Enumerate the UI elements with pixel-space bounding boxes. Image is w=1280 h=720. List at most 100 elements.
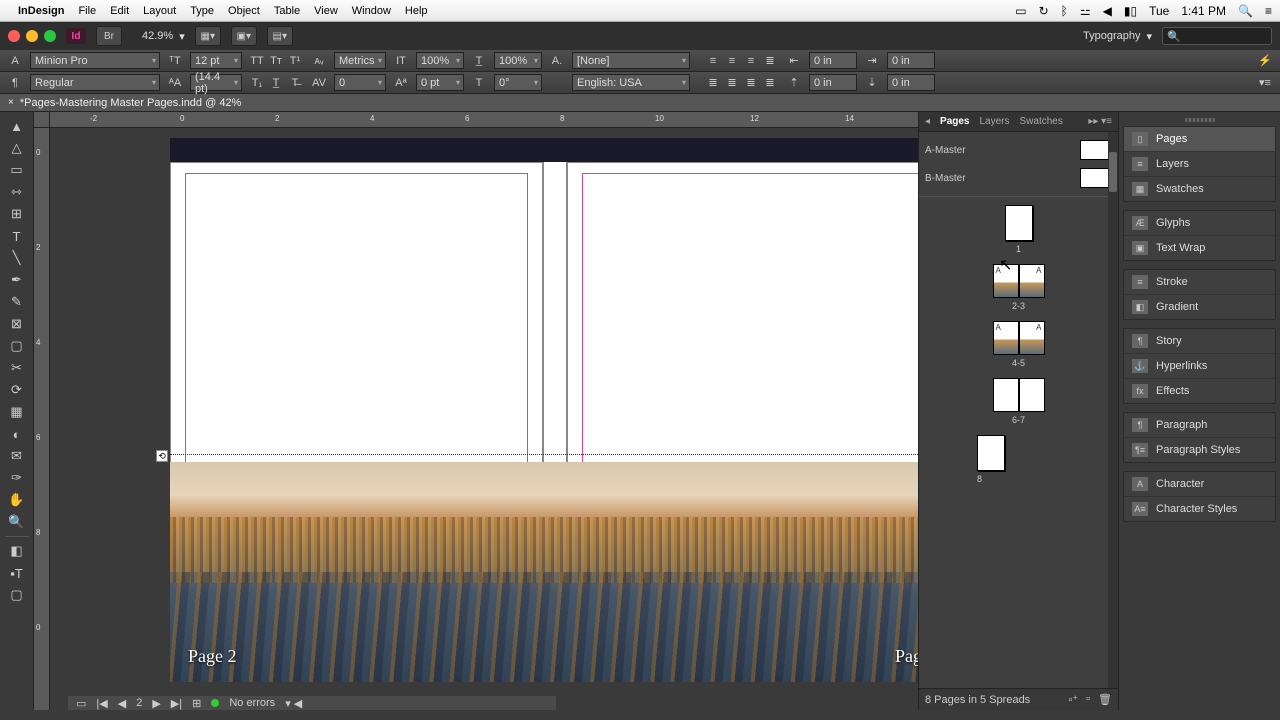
- apply-color-button[interactable]: ▪T: [4, 563, 30, 583]
- dock-story[interactable]: ¶Story: [1124, 329, 1275, 354]
- vertical-ruler[interactable]: 0 2 4 6 8 0: [34, 128, 50, 710]
- bridge-button[interactable]: Br: [96, 26, 122, 46]
- menubar-screen-icon[interactable]: ▭: [1015, 4, 1026, 18]
- menu-window[interactable]: Window: [352, 5, 391, 17]
- rectangle-frame-tool[interactable]: ⊠: [4, 314, 30, 334]
- panel-flyout-icon[interactable]: ▸▸ ▾≡: [1088, 116, 1112, 127]
- char-format-icon[interactable]: A: [6, 53, 24, 69]
- status-open-icon[interactable]: ⊞: [192, 697, 201, 710]
- note-tool[interactable]: ✉: [4, 446, 30, 466]
- skew-select[interactable]: 0°: [494, 74, 542, 91]
- dock-glyphs[interactable]: ÆGlyphs: [1124, 211, 1275, 236]
- justify-all-button[interactable]: ≣: [761, 75, 779, 91]
- status-nav-prev[interactable]: ◀: [118, 697, 126, 710]
- first-line-input[interactable]: 0 in: [887, 52, 935, 69]
- menubar-day[interactable]: Tue: [1149, 4, 1169, 18]
- fill-stroke-swatch[interactable]: ◧: [4, 541, 30, 561]
- menu-type[interactable]: Type: [190, 5, 214, 17]
- dock-character[interactable]: ACharacter: [1124, 472, 1275, 497]
- dock-stroke[interactable]: ≡Stroke: [1124, 270, 1275, 295]
- document-canvas[interactable]: ⟲ Page 2 Page: [50, 128, 918, 710]
- free-transform-tool[interactable]: ⟳: [4, 380, 30, 400]
- status-nav-first[interactable]: |◀: [96, 697, 107, 710]
- subscript-button[interactable]: T₁: [248, 75, 266, 91]
- ruler-origin[interactable]: [34, 112, 50, 128]
- page-thumb-1[interactable]: 1: [919, 205, 1118, 254]
- panel-menu-button[interactable]: ▾≡: [1256, 75, 1274, 91]
- char-style-select[interactable]: [None]: [572, 52, 690, 69]
- status-dropdown[interactable]: ▾ ◀: [285, 697, 302, 710]
- help-search-input[interactable]: 🔍: [1162, 27, 1272, 45]
- align-justify-button[interactable]: ≣: [761, 53, 779, 69]
- dock-gradient[interactable]: ◧Gradient: [1124, 295, 1275, 319]
- left-indent-input[interactable]: 0 in: [809, 52, 857, 69]
- zoom-level[interactable]: 42.9%▾: [142, 30, 185, 43]
- language-select[interactable]: English: USA: [572, 74, 690, 91]
- horizontal-guide[interactable]: [170, 454, 918, 455]
- baseline-select[interactable]: 0 pt: [416, 74, 464, 91]
- pencil-tool[interactable]: ✎: [4, 292, 30, 312]
- preflight-status-icon[interactable]: [211, 699, 219, 707]
- space-after-input[interactable]: 0 in: [887, 74, 935, 91]
- pages-scrollbar[interactable]: [1108, 132, 1118, 688]
- dock-text-wrap[interactable]: ▣Text Wrap: [1124, 236, 1275, 260]
- dock-pages[interactable]: ▯Pages: [1124, 127, 1275, 152]
- vscale-select[interactable]: 100%: [416, 52, 464, 69]
- master-a-row[interactable]: A-Master: [925, 136, 1112, 164]
- menu-help[interactable]: Help: [405, 5, 428, 17]
- menu-view[interactable]: View: [314, 5, 338, 17]
- justify-left-button[interactable]: ≣: [704, 75, 722, 91]
- hscale-select[interactable]: 100%: [494, 52, 542, 69]
- menubar-time[interactable]: 1:41 PM: [1181, 4, 1226, 18]
- workspace-switcher[interactable]: Typography▾: [1083, 30, 1152, 43]
- align-left-button[interactable]: ≡: [704, 53, 722, 69]
- view-options-button[interactable]: ▦▾: [195, 26, 221, 46]
- leading-select[interactable]: (14.4 pt): [190, 74, 242, 91]
- align-right-button[interactable]: ≡: [742, 53, 760, 69]
- delete-page-button[interactable]: 🗑: [1098, 693, 1112, 706]
- justify-right-button[interactable]: ≣: [742, 75, 760, 91]
- gradient-feather-tool[interactable]: ◐: [4, 424, 30, 444]
- menu-edit[interactable]: Edit: [110, 5, 129, 17]
- status-nav-next[interactable]: ▶: [152, 697, 160, 710]
- menubar-volume-icon[interactable]: ◀: [1103, 4, 1112, 18]
- dock-effects[interactable]: fxEffects: [1124, 379, 1275, 403]
- menubar-bluetooth-icon[interactable]: ᛒ: [1061, 4, 1068, 18]
- justify-center-button[interactable]: ≣: [723, 75, 741, 91]
- font-style-select[interactable]: Regular: [30, 74, 160, 91]
- direct-selection-tool[interactable]: △: [4, 138, 30, 158]
- font-family-select[interactable]: Minion Pro: [30, 52, 160, 69]
- menu-table[interactable]: Table: [274, 5, 300, 17]
- dock-toggle-icon[interactable]: ◂: [925, 116, 930, 127]
- tab-layers[interactable]: Layers: [980, 116, 1010, 127]
- strikethrough-button[interactable]: T̶: [286, 75, 304, 91]
- menubar-wifi-icon[interactable]: ⚍: [1080, 4, 1091, 18]
- rectangle-tool[interactable]: ▢: [4, 336, 30, 356]
- page-tool[interactable]: ▭: [4, 160, 30, 180]
- minimize-window-button[interactable]: [26, 30, 38, 42]
- status-page-icon[interactable]: ▭: [76, 697, 86, 710]
- hand-tool[interactable]: ✋: [4, 490, 30, 510]
- app-name[interactable]: InDesign: [18, 5, 64, 17]
- preflight-status-text[interactable]: No errors: [229, 697, 275, 709]
- tab-swatches[interactable]: Swatches: [1020, 116, 1063, 127]
- status-page-number[interactable]: 2: [136, 697, 142, 709]
- menubar-battery-icon[interactable]: ▮▯: [1124, 4, 1137, 18]
- gap-tool[interactable]: ⇿: [4, 182, 30, 202]
- pen-tool[interactable]: ✒: [4, 270, 30, 290]
- menu-object[interactable]: Object: [228, 5, 260, 17]
- horizontal-ruler[interactable]: -2 0 2 4 6 8 10 12 14: [50, 112, 918, 128]
- page-thumb-4-5[interactable]: A A 4-5: [919, 321, 1118, 368]
- placed-image[interactable]: [170, 462, 918, 682]
- kerning-select[interactable]: Metrics: [334, 52, 386, 69]
- underline-button[interactable]: T̲: [267, 75, 285, 91]
- menubar-sync-icon[interactable]: ↻: [1039, 4, 1049, 18]
- menu-layout[interactable]: Layout: [143, 5, 176, 17]
- dock-grip[interactable]: [1185, 118, 1215, 122]
- dock-layers[interactable]: ≡Layers: [1124, 152, 1275, 177]
- type-tool[interactable]: T: [4, 226, 30, 246]
- dock-hyperlinks[interactable]: ⚓Hyperlinks: [1124, 354, 1275, 379]
- new-page-button[interactable]: ▫: [1086, 693, 1090, 706]
- maximize-window-button[interactable]: [44, 30, 56, 42]
- dock-paragraph[interactable]: ¶Paragraph: [1124, 413, 1275, 438]
